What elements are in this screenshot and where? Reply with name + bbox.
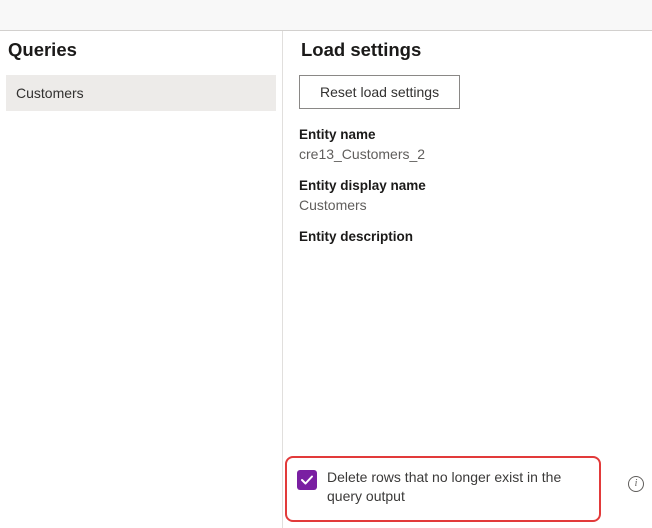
delete-rows-checkbox-label: Delete rows that no longer exist in the … (327, 468, 589, 506)
field-entity-description: Entity description (299, 229, 646, 244)
load-settings-panel: Load settings Reset load settings Entity… (282, 31, 652, 528)
checkmark-icon (300, 473, 314, 487)
queries-title: Queries (6, 39, 276, 61)
entity-name-label: Entity name (299, 127, 646, 142)
info-icon[interactable]: i (628, 476, 644, 492)
entity-display-name-label: Entity display name (299, 178, 646, 193)
queries-panel: Queries Customers (0, 31, 282, 528)
content-area: Queries Customers Load settings Reset lo… (0, 31, 652, 528)
entity-description-label: Entity description (299, 229, 646, 244)
reset-load-settings-button[interactable]: Reset load settings (299, 75, 460, 109)
field-entity-display-name: Entity display name Customers (299, 178, 646, 213)
delete-rows-highlight: Delete rows that no longer exist in the … (285, 456, 601, 522)
entity-display-name-value: Customers (299, 197, 646, 213)
entity-name-value: cre13_Customers_2 (299, 146, 646, 162)
delete-rows-checkbox[interactable] (297, 470, 317, 490)
top-bar (0, 0, 652, 31)
load-settings-title: Load settings (299, 39, 646, 61)
query-item-customers[interactable]: Customers (6, 75, 276, 111)
field-entity-name: Entity name cre13_Customers_2 (299, 127, 646, 162)
